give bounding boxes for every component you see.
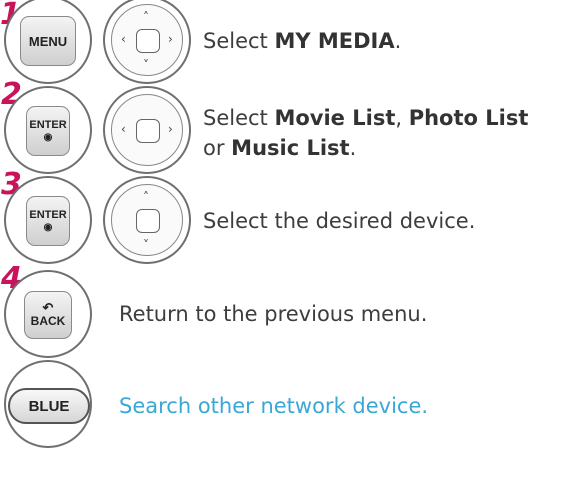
blue-button-description: Search other network device. <box>119 394 429 418</box>
menu-button-label: MENU <box>28 33 68 49</box>
enter-button[interactable]: ENTER ◉ <box>26 106 70 156</box>
menu-button-circle: MENU <box>4 0 92 84</box>
chevron-right-icon: › <box>168 122 173 136</box>
enter-button-circle: ENTER ◉ <box>4 86 92 174</box>
enter-button-label: ENTER <box>29 209 67 221</box>
blue-button[interactable]: BLUE <box>8 388 90 424</box>
blue-button-label: BLUE <box>28 397 70 415</box>
nav-circle: ˄ ˅ <box>103 176 191 264</box>
chevron-up-icon: ˄ <box>143 10 149 24</box>
enter-button[interactable]: ENTER ◉ <box>26 196 70 246</box>
navigation-pad[interactable]: ˄ ˅ <box>111 184 183 256</box>
ok-key[interactable] <box>136 29 160 53</box>
chevron-down-icon: ˅ <box>143 238 149 252</box>
back-button[interactable]: ↶ BACK <box>24 291 72 339</box>
back-button-label: BACK <box>30 314 66 328</box>
chevron-up-icon: ˄ <box>143 190 149 204</box>
navigation-pad[interactable]: ˄ ˅ ‹ › <box>111 4 183 76</box>
chevron-right-icon: › <box>168 32 173 46</box>
ok-key[interactable] <box>136 119 160 143</box>
enter-button-circle: ENTER ◉ <box>4 176 92 264</box>
chevron-down-icon: ˅ <box>143 58 149 72</box>
nav-circle: ‹ › <box>103 86 191 174</box>
menu-button[interactable]: MENU <box>20 16 76 66</box>
blue-button-circle: BLUE <box>4 360 92 448</box>
ok-key[interactable] <box>136 209 160 233</box>
enter-button-label: ENTER <box>29 119 67 131</box>
chevron-left-icon: ‹ <box>121 32 126 46</box>
back-button-circle: ↶ BACK <box>4 270 92 358</box>
chevron-left-icon: ‹ <box>121 122 126 136</box>
enter-dot-icon: ◉ <box>43 132 53 143</box>
step-description: Select Movie List, Photo List or Music L… <box>203 106 529 160</box>
enter-dot-icon: ◉ <box>43 222 53 233</box>
navigation-pad[interactable]: ‹ › <box>111 94 183 166</box>
step-description: Select the desired device. <box>203 209 476 233</box>
back-arrow-icon: ↶ <box>42 300 54 315</box>
step-description: Select MY MEDIA. <box>203 29 402 53</box>
step-description: Return to the previous menu. <box>119 302 428 326</box>
nav-circle: ˄ ˅ ‹ › <box>103 0 191 84</box>
